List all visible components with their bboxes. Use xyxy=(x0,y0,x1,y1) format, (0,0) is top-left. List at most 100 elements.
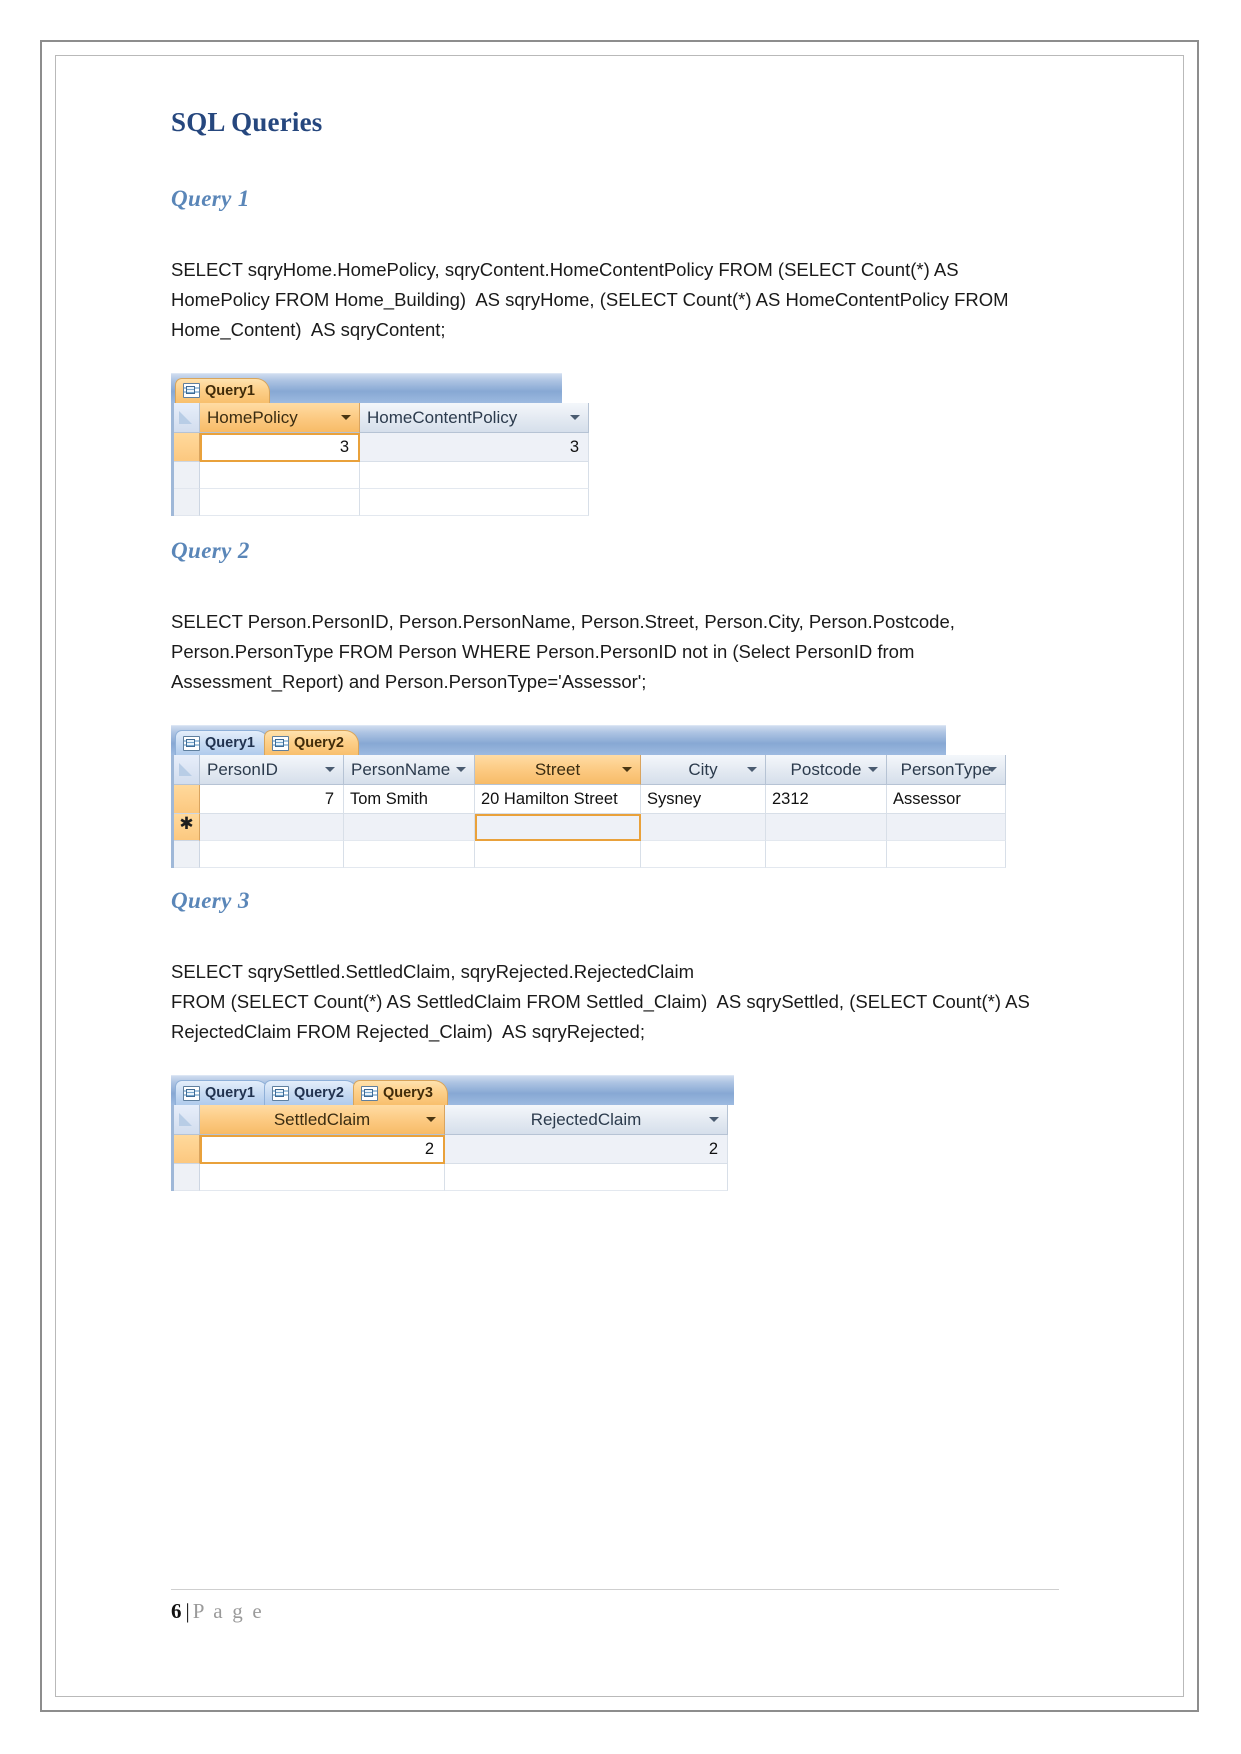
chevron-down-icon[interactable] xyxy=(426,1117,436,1123)
column-label: SettledClaim xyxy=(273,1110,371,1130)
query-1-heading: Query 1 xyxy=(171,185,250,211)
chevron-down-icon[interactable] xyxy=(570,414,580,420)
tab-label: Query1 xyxy=(205,1085,255,1102)
column-label: Postcode xyxy=(790,760,862,780)
query-1-tab-query1[interactable]: Query1 xyxy=(175,377,270,403)
query-2-column-personname[interactable]: PersonNamе xyxy=(344,755,475,786)
query-1-sql-text: SELECT sqryHome.HomePolicy, sqryContent.… xyxy=(171,258,1014,340)
chevron-down-icon[interactable] xyxy=(325,767,335,773)
table-row-blank xyxy=(174,488,589,516)
cell-city[interactable]: Sysney xyxy=(641,785,766,815)
tab-label: Query1 xyxy=(205,382,255,399)
cell-blank[interactable] xyxy=(200,814,344,842)
query-1-column-homecontentpolicy[interactable]: HomeContentPolicy xyxy=(360,402,589,433)
query-2-column-persontype[interactable]: PersonType xyxy=(887,755,1006,786)
column-label: PersonType xyxy=(900,760,992,780)
cell-homepolicy-value[interactable]: 3 xyxy=(200,432,360,462)
query-3-tab-query1[interactable]: Query1 xyxy=(175,1080,270,1106)
row-selector[interactable] xyxy=(174,785,200,815)
page-title: SQL Queries xyxy=(171,107,323,137)
row-selector-blank xyxy=(174,488,200,516)
query-3-tabbar: Query1 Query2 Query3 xyxy=(171,1075,734,1106)
row-selector[interactable] xyxy=(174,1135,200,1165)
chevron-down-icon[interactable] xyxy=(456,767,466,773)
table-row[interactable]: 7 Tom Smith 20 Hamilton Street Sysney 23… xyxy=(174,785,1006,815)
column-label: RejectedClaim xyxy=(530,1110,642,1130)
cell-blank xyxy=(200,841,344,869)
chevron-down-icon[interactable] xyxy=(987,767,997,773)
query-2-tab-query2[interactable]: Query2 xyxy=(263,730,359,756)
query-3-tab-query3[interactable]: Query3 xyxy=(352,1080,448,1106)
cell-blank[interactable] xyxy=(641,814,766,842)
query-1-tabbar: Query1 xyxy=(171,372,562,403)
new-record-asterisk-icon[interactable]: ✱ xyxy=(174,814,200,842)
query-2-tab-query1[interactable]: Query1 xyxy=(175,730,270,756)
query-1-datasheet: Query1 HomePolicy HomeContentPolicy 3 3 xyxy=(171,372,589,516)
cell-blank xyxy=(344,841,475,869)
page-border-inner: SQL Queries Query 1 SELECT sqryHome.Home… xyxy=(55,55,1184,1697)
query-3-tab-query2[interactable]: Query2 xyxy=(263,1080,359,1106)
chevron-down-icon[interactable] xyxy=(622,767,632,773)
tab-label: Query1 xyxy=(205,735,255,752)
row-selector-blank xyxy=(174,841,200,869)
query-3-column-rejectedclaim[interactable]: RejectedClaim xyxy=(445,1105,728,1136)
column-label: Street xyxy=(534,760,581,780)
row-selector[interactable] xyxy=(174,432,200,462)
cell-rejectedclaim-value[interactable]: 2 xyxy=(445,1135,728,1165)
column-label: PersonID xyxy=(207,760,278,780)
datasheet-icon xyxy=(360,1085,378,1101)
cell-blank xyxy=(445,1164,728,1192)
cell-personid[interactable]: 7 xyxy=(200,785,344,815)
cell-street[interactable]: 20 Hamilton Street xyxy=(475,785,641,815)
cell-blank[interactable] xyxy=(887,814,1006,842)
datasheet-icon xyxy=(271,735,289,751)
query-2-column-personid[interactable]: PersonID xyxy=(200,755,344,786)
query-2-tabbar: Query1 Query2 xyxy=(171,725,946,756)
column-label: HomeContentPolicy xyxy=(367,407,518,427)
query-3-column-settledclaim[interactable]: SettledClaim xyxy=(200,1105,445,1136)
footer-separator: | xyxy=(185,1599,190,1623)
column-label: City xyxy=(688,760,718,780)
cell-blank xyxy=(200,461,360,489)
query-2-column-postcode[interactable]: Postcode xyxy=(766,755,887,786)
query-1-column-homepolicy[interactable]: HomePolicy xyxy=(200,402,360,433)
cell-blank xyxy=(200,488,360,516)
chevron-down-icon[interactable] xyxy=(341,414,351,420)
chevron-down-icon[interactable] xyxy=(868,767,878,773)
cell-persontype[interactable]: Assessor xyxy=(887,785,1006,815)
footer-page-word: P a g e xyxy=(192,1599,264,1623)
query-1-grid: HomePolicy HomeContentPolicy 3 3 xyxy=(171,402,589,516)
select-all-corner[interactable] xyxy=(174,402,200,433)
cell-blank[interactable] xyxy=(344,814,475,842)
page-border-outer: SQL Queries Query 1 SELECT sqryHome.Home… xyxy=(40,40,1199,1712)
cell-blank[interactable] xyxy=(766,814,887,842)
select-all-corner[interactable] xyxy=(174,755,200,786)
cell-street-new[interactable] xyxy=(475,814,641,842)
cell-personname[interactable]: Tom Smith xyxy=(344,785,475,815)
query-2-datasheet: Query1 Query2 PersonID PersonNamе Street… xyxy=(171,725,1006,869)
select-all-corner[interactable] xyxy=(174,1105,200,1136)
chevron-down-icon[interactable] xyxy=(709,1117,719,1123)
column-label: PersonNamе xyxy=(351,760,451,780)
cell-blank xyxy=(641,841,766,869)
query-2-column-street[interactable]: Street xyxy=(475,755,641,786)
query-2-heading: Query 2 xyxy=(171,537,250,563)
cell-blank xyxy=(766,841,887,869)
table-row[interactable]: 3 3 xyxy=(174,432,589,462)
query-2-column-city[interactable]: City xyxy=(641,755,766,786)
query-2-sql-text: SELECT Person.PersonID, Person.PersonNam… xyxy=(171,611,961,693)
table-row-blank xyxy=(174,1164,734,1192)
cell-settledclaim-value[interactable]: 2 xyxy=(200,1135,445,1165)
table-row-new-record[interactable]: ✱ xyxy=(174,814,1006,842)
query-1-column-headers: HomePolicy HomeContentPolicy xyxy=(174,402,589,433)
tab-label: Query3 xyxy=(382,1085,433,1102)
cell-postcode[interactable]: 2312 xyxy=(766,785,887,815)
table-row[interactable]: 2 2 xyxy=(174,1135,734,1165)
chevron-down-icon[interactable] xyxy=(747,767,757,773)
datasheet-icon xyxy=(183,1085,200,1101)
cell-homecontentpolicy-value[interactable]: 3 xyxy=(360,432,589,462)
cell-blank xyxy=(200,1164,445,1192)
column-label: HomePolicy xyxy=(207,407,298,427)
query-3-column-headers: SettledClaim RejectedClaim xyxy=(174,1105,734,1136)
query-3-heading: Query 3 xyxy=(171,888,250,914)
